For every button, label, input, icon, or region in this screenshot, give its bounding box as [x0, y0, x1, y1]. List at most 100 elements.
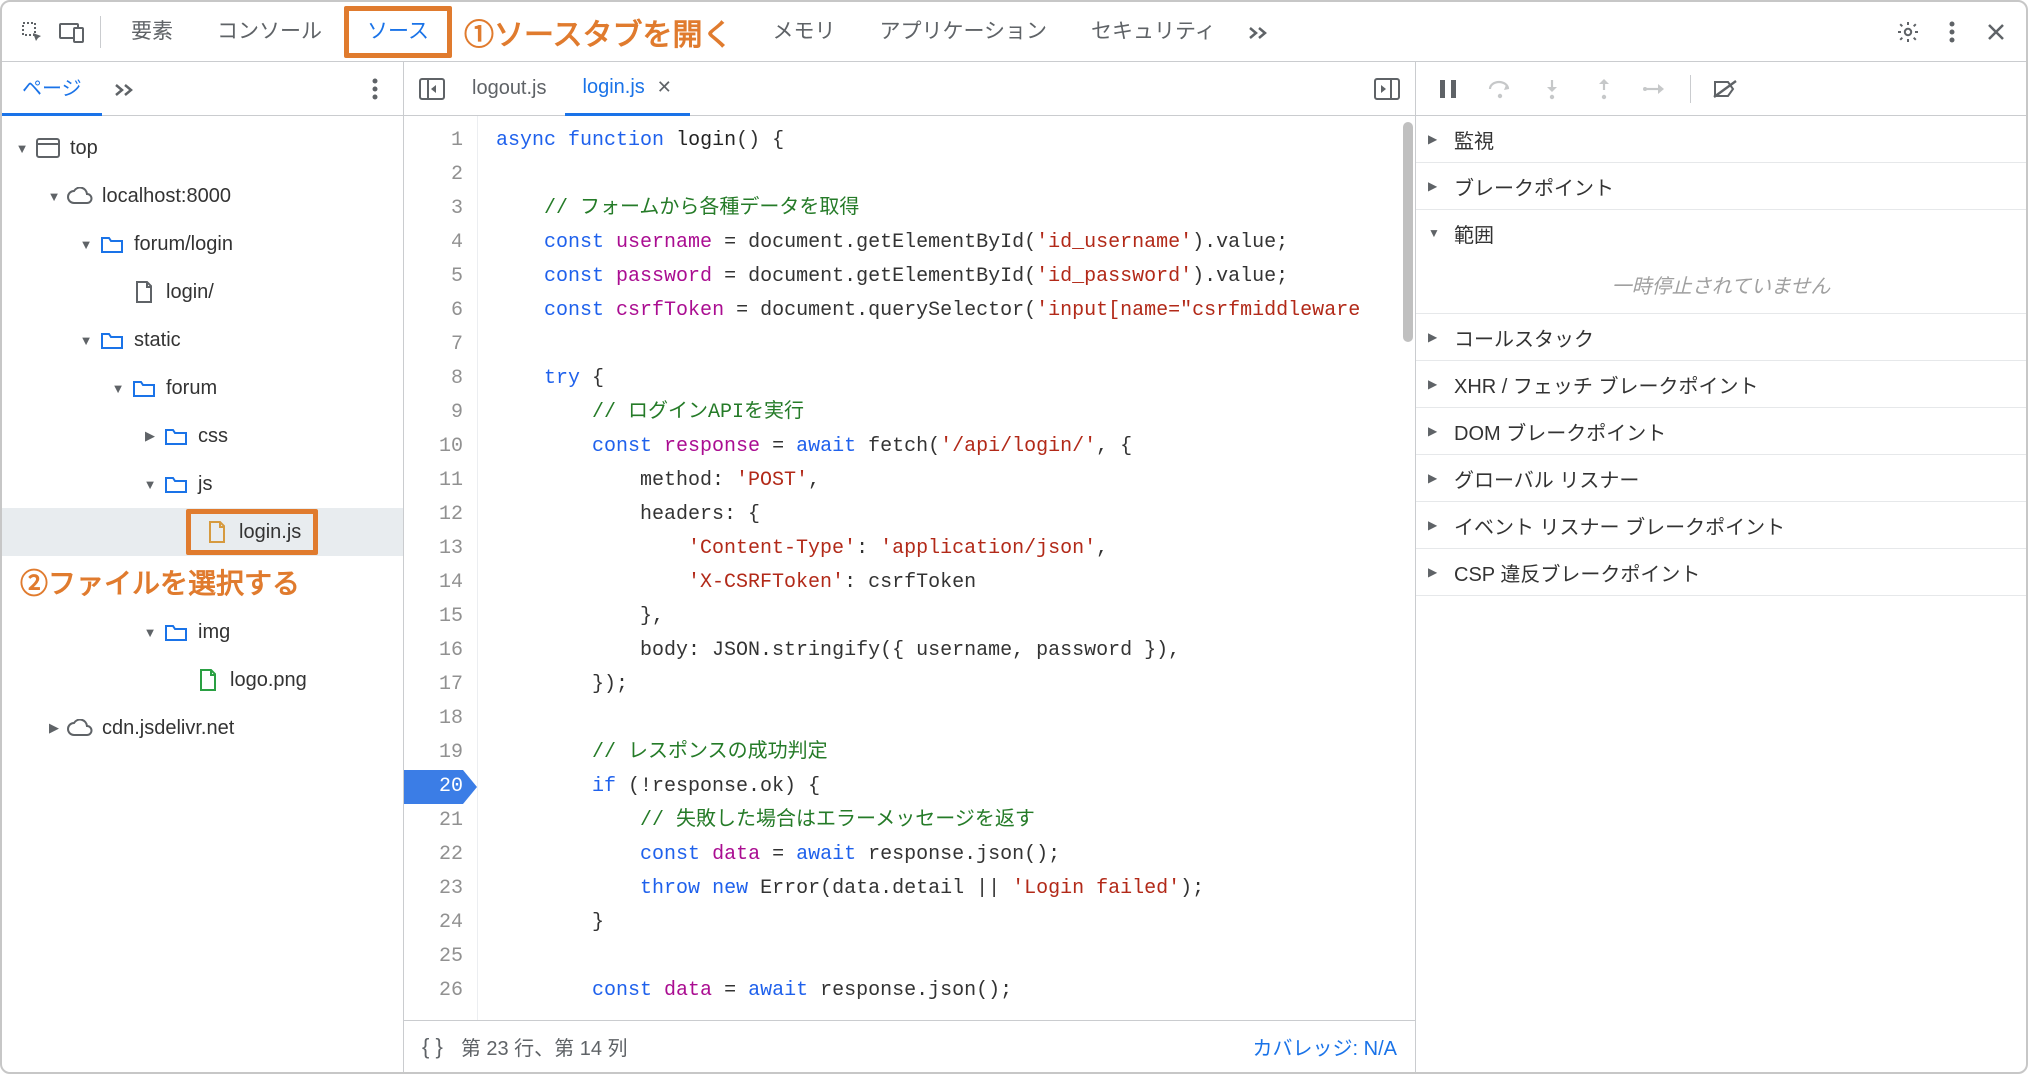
section-dom-breakpoints[interactable]: ▶DOM ブレークポイント [1416, 408, 2026, 454]
section-global-listeners[interactable]: ▶グローバル リスナー [1416, 455, 2026, 501]
chevron-down-icon: ▼ [74, 333, 98, 348]
toggle-navigator-icon[interactable] [410, 67, 454, 111]
step-over-icon[interactable] [1478, 69, 1522, 109]
file-tab-login[interactable]: login.js ✕ [565, 62, 690, 116]
scope-empty-message: 一時停止されていません [1416, 256, 2026, 313]
breakpoint-marker[interactable]: 20 [404, 770, 463, 804]
file-tree: ▼ top ▼ localhost:8000 ▼ forum/login [2, 116, 403, 1072]
step-icon[interactable] [1634, 69, 1678, 109]
tree-folder[interactable]: ▼ img [2, 608, 403, 656]
code-content[interactable]: async function login() { // フォームから各種データを… [478, 116, 1415, 1020]
section-watch[interactable]: ▶監視 [1416, 116, 2026, 162]
close-icon[interactable]: ✕ [657, 77, 672, 98]
navigator-overflow-icon[interactable] [102, 67, 146, 111]
coverage-link[interactable]: カバレッジ: N/A [1253, 1032, 1397, 1061]
tree-file[interactable]: login/ [2, 268, 403, 316]
debug-accordion: ▶監視 ▶ブレークポイント ▼範囲 一時停止されていません ▶コールスタック ▶… [1416, 116, 2026, 1072]
folder-icon [130, 374, 158, 402]
settings-gear-icon[interactable] [1888, 12, 1928, 52]
file-tab-label: logout.js [472, 77, 547, 100]
section-event-breakpoints[interactable]: ▶イベント リスナー ブレークポイント [1416, 502, 2026, 548]
tree-label: forum [166, 377, 217, 400]
folder-icon [98, 230, 126, 258]
section-csp-breakpoints[interactable]: ▶CSP 違反ブレークポイント [1416, 549, 2026, 595]
tree-file-selected[interactable]: login.js [2, 508, 403, 556]
tree-label: forum/login [134, 233, 233, 256]
tab-console[interactable]: コンソール [195, 2, 344, 62]
section-scope[interactable]: ▼範囲 [1416, 210, 2026, 256]
tree-folder[interactable]: ▼ forum/login [2, 220, 403, 268]
tab-sources-label: ソース [367, 10, 429, 54]
tree-top-frame[interactable]: ▼ top [2, 124, 403, 172]
folder-icon [98, 326, 126, 354]
file-tab-logout[interactable]: logout.js [454, 62, 565, 116]
tabs-overflow-icon[interactable] [1238, 12, 1278, 52]
tree-label: img [198, 621, 230, 644]
page-tab[interactable]: ページ [2, 62, 102, 116]
tree-label: cdn.jsdelivr.net [102, 717, 234, 740]
step-out-icon[interactable] [1582, 69, 1626, 109]
deactivate-breakpoints-icon[interactable] [1703, 69, 1747, 109]
step-into-icon[interactable] [1530, 69, 1574, 109]
tree-host[interactable]: ▶ cdn.jsdelivr.net [2, 704, 403, 752]
folder-icon [162, 470, 190, 498]
tab-memory[interactable]: メモリ [750, 2, 857, 62]
inspect-element-icon[interactable] [12, 12, 52, 52]
line-gutter[interactable]: 123 456 789 101112 131415 161718 1920 21… [404, 116, 478, 1020]
tree-label: static [134, 329, 181, 352]
scrollbar[interactable] [1403, 122, 1413, 342]
chevron-down-icon: ▼ [106, 381, 130, 396]
section-xhr-breakpoints[interactable]: ▶XHR / フェッチ ブレークポイント [1416, 361, 2026, 407]
toolbar-separator [100, 16, 101, 48]
tree-folder[interactable]: ▶ css [2, 412, 403, 460]
toggle-debugger-icon[interactable] [1365, 67, 1409, 111]
navigator-kebab-icon[interactable] [353, 67, 397, 111]
toolbar-separator [1690, 75, 1691, 103]
editor-status-bar: { } 第 23 行、第 14 列 カバレッジ: N/A [404, 1020, 1415, 1072]
tree-label: top [70, 137, 98, 160]
file-tab-label: login.js [583, 76, 645, 99]
tree-folder[interactable]: ▼ static [2, 316, 403, 364]
cursor-position: 第 23 行、第 14 列 [461, 1032, 628, 1061]
devtools-toolbar: 要素 コンソール ソース ①ソースタブを開く メモリ アプリケーション セキュリ… [2, 2, 2026, 62]
section-callstack[interactable]: ▶コールスタック [1416, 314, 2026, 360]
tree-folder[interactable]: ▼ js [2, 460, 403, 508]
source-editor-panel: logout.js login.js ✕ 123 456 789 101112 … [404, 62, 1416, 1072]
debugger-sidebar: ▶監視 ▶ブレークポイント ▼範囲 一時停止されていません ▶コールスタック ▶… [1416, 62, 2026, 1072]
code-editor[interactable]: 123 456 789 101112 131415 161718 1920 21… [404, 116, 1415, 1020]
chevron-down-icon: ▼ [138, 477, 162, 492]
section-breakpoints[interactable]: ▶ブレークポイント [1416, 163, 2026, 209]
tree-label: logo.png [230, 669, 307, 692]
image-file-icon [194, 666, 222, 694]
sources-navigator: ページ ▼ top ▼ localhost:8000 [2, 62, 404, 1072]
tab-elements[interactable]: 要素 [109, 2, 195, 62]
chevron-down-icon: ▼ [42, 189, 66, 204]
close-devtools-icon[interactable] [1976, 12, 2016, 52]
tree-label: css [198, 425, 228, 448]
chevron-right-icon: ▶ [42, 720, 66, 736]
chevron-right-icon: ▶ [138, 428, 162, 444]
device-toolbar-icon[interactable] [52, 12, 92, 52]
tree-label: login.js [239, 521, 301, 544]
tab-application[interactable]: アプリケーション [857, 2, 1069, 62]
document-icon [130, 278, 158, 306]
pause-resume-icon[interactable] [1426, 69, 1470, 109]
tree-label: login/ [166, 281, 214, 304]
annotation-2: ②ファイルを選択する [2, 556, 403, 608]
document-icon [203, 518, 231, 546]
folder-icon [162, 422, 190, 450]
tab-sources-highlight[interactable]: ソース [344, 6, 452, 58]
kebab-menu-icon[interactable] [1932, 12, 1972, 52]
annotation-1: ①ソースタブを開く [464, 10, 733, 54]
tab-security[interactable]: セキュリティ [1069, 2, 1238, 62]
chevron-down-icon: ▼ [138, 625, 162, 640]
tree-host[interactable]: ▼ localhost:8000 [2, 172, 403, 220]
cloud-icon [66, 714, 94, 742]
tree-file[interactable]: logo.png [2, 656, 403, 704]
folder-icon [162, 618, 190, 646]
cloud-icon [66, 182, 94, 210]
tree-folder[interactable]: ▼ forum [2, 364, 403, 412]
debug-toolbar [1416, 62, 2026, 116]
pretty-print-icon[interactable]: { } [422, 1034, 443, 1060]
file-highlight-box: login.js [186, 509, 318, 555]
